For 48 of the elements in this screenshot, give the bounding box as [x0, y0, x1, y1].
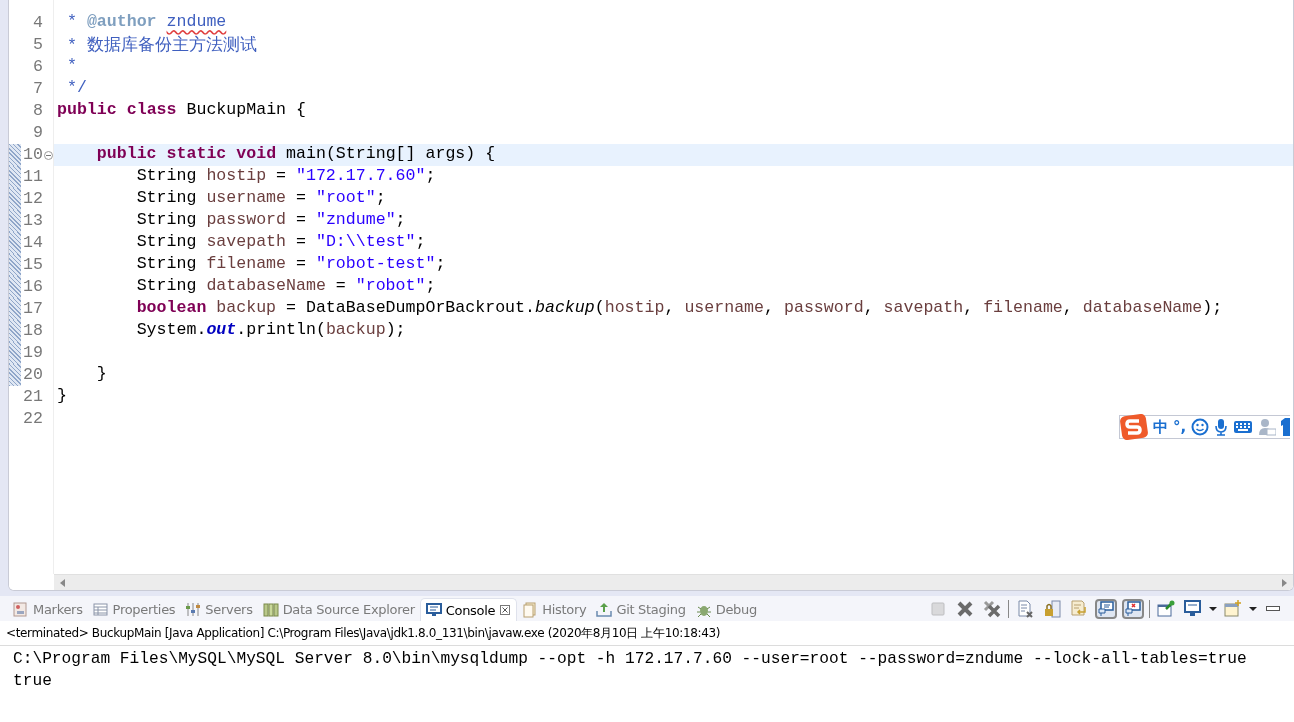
panel-tab[interactable]: Servers — [180, 598, 258, 621]
line-number: 13 — [22, 210, 43, 232]
line-number: 22 — [22, 408, 43, 430]
code-line: } — [56, 386, 68, 407]
panel-tab[interactable]: Git Staging — [591, 598, 691, 621]
line-number: 5 — [32, 34, 43, 56]
panel-tab[interactable]: Console — [419, 598, 518, 621]
code-line: boolean backup = DataBaseDumpOrBackrout.backup(hostip, username, password, savepath, filename, databaseName); — [135, 298, 1224, 319]
code-line: * — [65, 56, 78, 77]
line-number: 20 — [22, 364, 43, 386]
console-header: <terminated> BuckupMain [Java Application] C:\Program Files\Java\jdk1.8.0_131\bin\javaw.exe (2020年8月10日 上午10:18:43) — [0, 621, 1294, 646]
line-number: 14 — [22, 232, 43, 254]
code-line: */ — [65, 78, 88, 99]
panel-tab[interactable]: Data Source Explorer — [257, 598, 420, 621]
code-line: String databaseName = "robot"; — [135, 276, 437, 297]
code-line: String username = "root"; — [135, 188, 387, 209]
line-number: 7 — [32, 78, 43, 100]
panel-tab[interactable]: Markers — [8, 598, 88, 621]
code-line: * @author zndume — [65, 12, 228, 33]
panel-tab[interactable]: Debug — [690, 598, 762, 621]
line-number: 16 — [22, 276, 43, 298]
ime-label[interactable]: 中 — [1153, 417, 1168, 437]
code-line: String filename = "robot-test"; — [135, 254, 447, 275]
code-line: String hostip = "172.17.7.60"; — [135, 166, 437, 187]
line-number: 15 — [22, 254, 43, 276]
line-number: 18 — [22, 320, 43, 342]
line-number: 9 — [32, 122, 43, 144]
console-output-line: C:\Program Files\MySQL\MySQL Server 8.0\bin\mysqldump --opt -h 172.17.7.60 --user=root --password=zndume --lock-all-tables=true — [13, 649, 1248, 670]
ime-label[interactable]: °, — [1173, 418, 1187, 436]
code-line: String password = "zndume"; — [135, 210, 407, 231]
line-number: 11 — [22, 166, 43, 188]
console-output-line: true — [13, 671, 53, 692]
panel-tab[interactable]: Properties — [87, 598, 181, 621]
line-number: 6 — [32, 56, 43, 78]
panel-tab[interactable]: History — [517, 598, 592, 621]
code-line: public static void main(String[] args) { — [95, 144, 496, 163]
code-line: String savepath = "D:\\test"; — [135, 232, 427, 253]
line-number: 17 — [22, 298, 43, 320]
line-number: 19 — [22, 342, 43, 364]
line-number: 4 — [32, 12, 43, 34]
line-number: 12 — [22, 188, 43, 210]
code-line: } — [95, 364, 108, 385]
line-number: 21 — [22, 386, 43, 408]
line-number: 8 — [32, 100, 43, 122]
line-number: 10 — [22, 144, 43, 166]
code-line: * 数据库备份主方法测试 — [65, 34, 258, 56]
code-line: System.out.println(backup); — [135, 320, 407, 341]
code-line: public class BuckupMain { — [56, 100, 307, 121]
